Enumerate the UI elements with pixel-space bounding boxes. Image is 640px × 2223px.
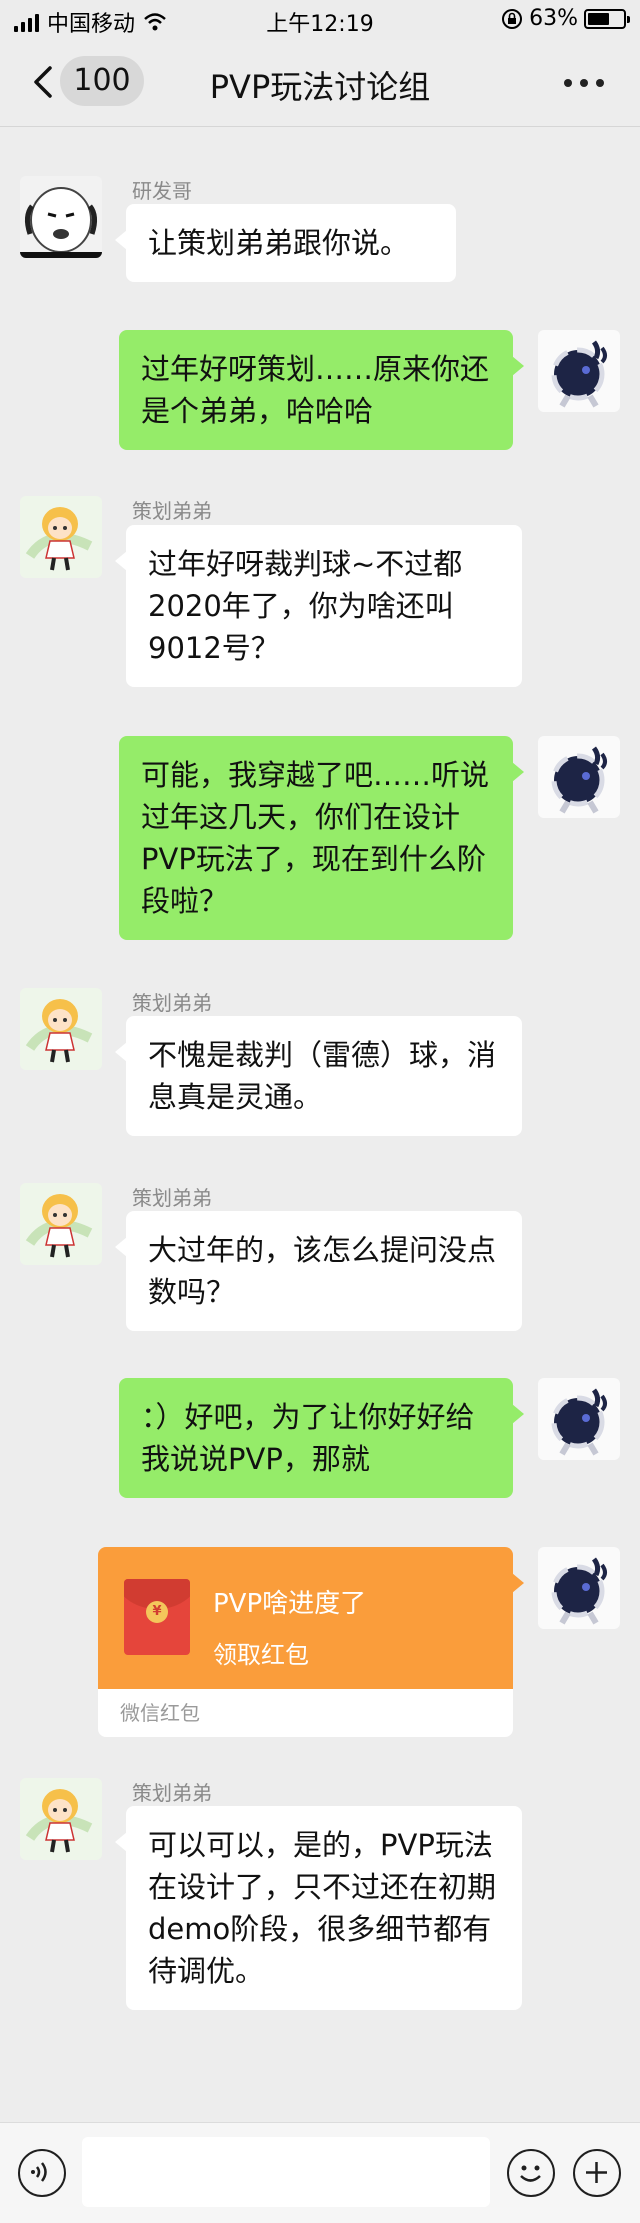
message-bubble[interactable]: 不愧是裁判（雷德）球，消息真是灵通。 [115,1016,522,1136]
battery-icon [584,8,630,29]
message-bubble[interactable]: 可能，我穿越了吧……听说过年这几天，你们在设计PVP玩法了，现在到什么阶段啦？ [119,736,524,940]
message-bubble[interactable]: 过年好呀策划……原来你还是个弟弟，哈哈哈 [119,330,524,450]
message-input[interactable] [82,2137,490,2207]
message-bubble[interactable]: ：）好吧，为了让你好好给我说说PVP，那就 [119,1378,524,1498]
sender-name: 策划弟弟 [132,1186,212,1210]
input-bar [0,2122,640,2223]
avatar-self[interactable] [538,330,620,412]
avatar-cehuadidi[interactable] [20,496,102,578]
rotation-lock-icon [502,8,523,29]
chat-header: 100 PVP玩法讨论组 [0,40,640,127]
more-options-icon[interactable] [554,68,614,98]
sender-name: 策划弟弟 [132,499,212,523]
avatar-yanfage[interactable] [20,176,102,258]
sender-name: 策划弟弟 [132,1781,212,1805]
message-bubble[interactable]: 过年好呀裁判球~不过都2020年了，你为啥还叫9012号？ [115,525,522,687]
avatar-self[interactable] [538,736,620,818]
sender-name: 研发哥 [132,179,192,203]
battery-percent: 63% [529,6,578,31]
message-bubble[interactable]: 大过年的，该怎么提问没点数吗？ [115,1211,522,1331]
red-packet-body[interactable]: ¥ PVP啥进度了 领取红包 [98,1547,524,1689]
message-bubble[interactable]: 可以可以，是的，PVP玩法在设计了，只不过还在初期demo阶段，很多细节都有待调… [115,1806,522,2010]
avatar-cehuadidi[interactable] [20,988,102,1070]
sender-name: 策划弟弟 [132,991,212,1015]
message-bubble[interactable]: 让策划弟弟跟你说。 [115,204,456,282]
avatar-self[interactable] [538,1378,620,1460]
chat-title: PVP玩法讨论组 [209,68,431,106]
red-packet-title: PVP啥进度了 [213,1589,367,1619]
add-more-icon[interactable] [573,2149,621,2197]
avatar-cehuadidi[interactable] [20,1778,102,1860]
emoji-icon[interactable] [507,2149,555,2197]
red-packet-message[interactable]: ¥ PVP啥进度了 领取红包 微信红包 [98,1547,524,1737]
voice-input-icon[interactable] [18,2149,66,2197]
red-packet-action: 领取红包 [213,1641,309,1669]
red-packet-footer: 微信红包 [98,1689,513,1737]
status-bar: 中国移动 上午12:19 63% [0,0,640,40]
avatar-cehuadidi[interactable] [20,1183,102,1265]
avatar-self[interactable] [538,1547,620,1629]
red-envelope-icon: ¥ [124,1579,190,1655]
